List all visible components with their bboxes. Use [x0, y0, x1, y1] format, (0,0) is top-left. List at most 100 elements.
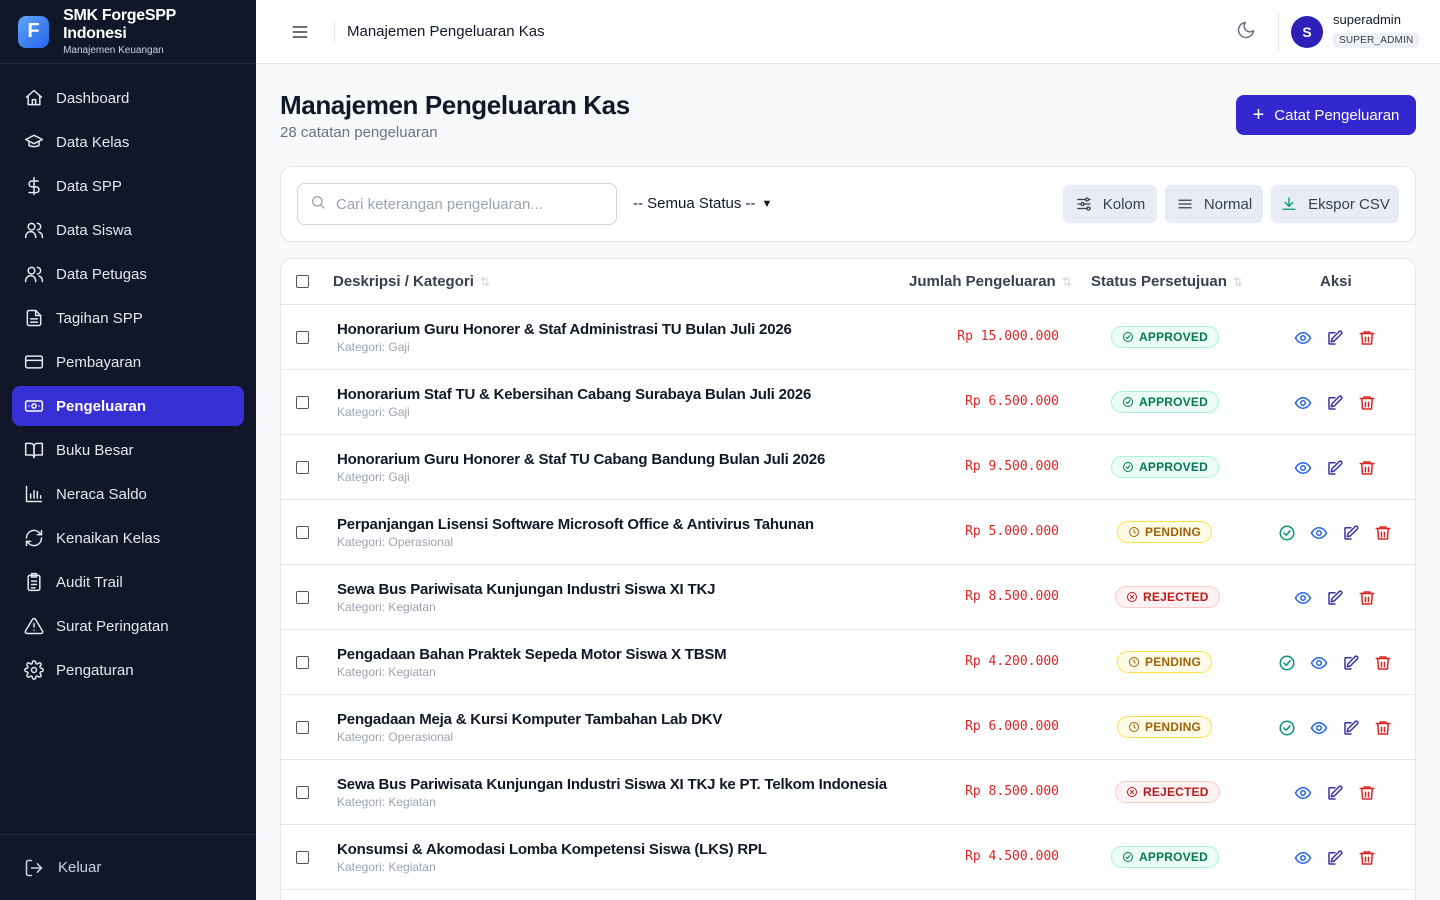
table-row[interactable]: Sewa Bus Pariwisata Kunjungan Industri S… — [281, 760, 1415, 825]
row-checkbox[interactable] — [296, 851, 309, 864]
sidebar-item-kenaikan-kelas[interactable]: Kenaikan Kelas — [12, 518, 244, 558]
row-checkbox[interactable] — [296, 331, 309, 344]
trash-icon[interactable] — [1374, 654, 1392, 672]
eye-icon[interactable] — [1294, 459, 1312, 477]
trash-icon[interactable] — [1358, 589, 1376, 607]
header-description[interactable]: Deskripsi / Kategori ⇅ — [333, 273, 490, 290]
search-input[interactable] — [336, 195, 606, 213]
status-filter-value: -- Semua Status -- — [633, 195, 756, 212]
header-status-label: Status Persetujuan — [1091, 273, 1227, 290]
trash-icon[interactable] — [1358, 849, 1376, 867]
sidebar-item-buku-besar[interactable]: Buku Besar — [12, 430, 244, 470]
menu-toggle-icon[interactable] — [288, 20, 312, 44]
eye-icon[interactable] — [1294, 394, 1312, 412]
trash-icon[interactable] — [1358, 329, 1376, 347]
sort-icon: ⇅ — [1232, 274, 1243, 289]
sidebar-item-dashboard[interactable]: Dashboard — [12, 78, 244, 118]
row-category: Kategori: Kegiatan — [337, 600, 436, 614]
user-role-badge: SUPER_ADMIN — [1333, 33, 1420, 48]
add-expense-button[interactable]: + Catat Pengeluaran — [1236, 95, 1416, 135]
trash-icon[interactable] — [1374, 719, 1392, 737]
export-csv-button[interactable]: Ekspor CSV — [1271, 185, 1399, 223]
edit-icon[interactable] — [1326, 329, 1344, 347]
table-row[interactable]: Konsumsi & Akomodasi Lomba Kompetensi Si… — [281, 825, 1415, 890]
row-checkbox[interactable] — [296, 656, 309, 669]
row-checkbox[interactable] — [296, 526, 309, 539]
status-label: PENDING — [1145, 655, 1202, 669]
eye-icon[interactable] — [1310, 719, 1328, 737]
table-row[interactable]: Honorarium Guru Honorer & Staf TU Cabang… — [281, 435, 1415, 500]
trash-icon[interactable] — [1358, 459, 1376, 477]
row-checkbox[interactable] — [296, 461, 309, 474]
edit-icon[interactable] — [1326, 589, 1344, 607]
sidebar-item-data-siswa[interactable]: Data Siswa — [12, 210, 244, 250]
trash-icon[interactable] — [1358, 394, 1376, 412]
row-checkbox[interactable] — [296, 786, 309, 799]
bar-chart-icon — [24, 484, 44, 504]
trash-icon[interactable] — [1358, 784, 1376, 802]
check-circle-icon — [1123, 462, 1133, 472]
approve-check-icon[interactable] — [1278, 654, 1296, 672]
eye-icon[interactable] — [1294, 784, 1312, 802]
table-row[interactable]: Honorarium Staf TU & Kebersihan Cabang S… — [281, 370, 1415, 435]
avatar[interactable]: S — [1291, 16, 1323, 48]
approve-check-icon[interactable] — [1278, 719, 1296, 737]
eye-icon[interactable] — [1310, 654, 1328, 672]
logout-button[interactable]: Keluar — [0, 834, 256, 900]
sidebar-item-neraca-saldo[interactable]: Neraca Saldo — [12, 474, 244, 514]
edit-icon[interactable] — [1342, 524, 1360, 542]
eye-icon[interactable] — [1294, 329, 1312, 347]
table-row[interactable]: Perpanjangan Lisensi Software Microsoft … — [281, 500, 1415, 565]
row-description: Konsumsi & Akomodasi Lomba Kompetensi Si… — [337, 841, 767, 858]
edit-icon[interactable] — [1326, 849, 1344, 867]
row-description: Sewa Bus Pariwisata Kunjungan Industri S… — [337, 776, 887, 793]
row-checkbox[interactable] — [296, 721, 309, 734]
eye-icon[interactable] — [1294, 589, 1312, 607]
alert-triangle-icon — [24, 616, 44, 636]
table-row[interactable]: Sewa Bus Pariwisata Kunjungan Industri S… — [281, 565, 1415, 630]
sidebar-item-data-kelas[interactable]: Data Kelas — [12, 122, 244, 162]
eye-icon[interactable] — [1294, 849, 1312, 867]
approve-check-icon[interactable] — [1278, 524, 1296, 542]
brand-subtitle: Manajemen Keuangan — [63, 45, 164, 56]
sidebar-item-data-spp[interactable]: Data SPP — [12, 166, 244, 206]
density-button[interactable]: Normal — [1165, 185, 1263, 223]
eye-icon[interactable] — [1310, 524, 1328, 542]
sidebar-item-pengeluaran[interactable]: Pengeluaran — [12, 386, 244, 426]
header-actions: Aksi — [1320, 273, 1352, 290]
table-row[interactable]: Pengadaan Meja & Kursi Komputer Tambahan… — [281, 695, 1415, 760]
edit-icon[interactable] — [1326, 784, 1344, 802]
sidebar-item-data-petugas[interactable]: Data Petugas — [12, 254, 244, 294]
row-amount: Rp 15.000.000 — [957, 329, 1059, 344]
sidebar-item-pengaturan[interactable]: Pengaturan — [12, 650, 244, 690]
sidebar-item-pembayaran[interactable]: Pembayaran — [12, 342, 244, 382]
row-checkbox[interactable] — [296, 591, 309, 604]
sidebar-item-label: Data Siswa — [56, 221, 132, 239]
edit-icon[interactable] — [1342, 719, 1360, 737]
edit-icon[interactable] — [1326, 394, 1344, 412]
trash-icon[interactable] — [1374, 524, 1392, 542]
status-badge: REJECTED — [1115, 781, 1220, 803]
edit-icon[interactable] — [1342, 654, 1360, 672]
header-amount[interactable]: Jumlah Pengeluaran ⇅ — [909, 273, 1072, 290]
sidebar-item-label: Kenaikan Kelas — [56, 529, 161, 547]
sidebar-item-tagihan-spp[interactable]: Tagihan SPP — [12, 298, 244, 338]
columns-button[interactable]: Kolom — [1063, 185, 1157, 223]
row-checkbox[interactable] — [296, 396, 309, 409]
edit-icon[interactable] — [1326, 459, 1344, 477]
status-label: APPROVED — [1139, 395, 1208, 409]
dark-mode-toggle-icon[interactable] — [1236, 20, 1260, 44]
status-badge: APPROVED — [1111, 391, 1219, 413]
brand: F SMK ForgeSPP Indonesi Manajemen Keuang… — [0, 0, 256, 64]
status-badge: PENDING — [1117, 651, 1213, 673]
table-row[interactable]: Pengadaan Bahan Praktek Sepeda Motor Sis… — [281, 630, 1415, 695]
status-label: APPROVED — [1139, 460, 1208, 474]
sidebar-item-label: Neraca Saldo — [56, 485, 147, 503]
sidebar-item-surat-peringatan[interactable]: Surat Peringatan — [12, 606, 244, 646]
row-description: Pengadaan Meja & Kursi Komputer Tambahan… — [337, 711, 723, 728]
status-filter-select[interactable]: -- Semua Status -- ▼ — [633, 195, 772, 212]
table-row[interactable]: Honorarium Guru Honorer & Staf Administr… — [281, 305, 1415, 370]
header-status[interactable]: Status Persetujuan ⇅ — [1091, 273, 1243, 290]
sidebar-item-audit-trail[interactable]: Audit Trail — [12, 562, 244, 602]
select-all-checkbox[interactable] — [296, 275, 309, 288]
